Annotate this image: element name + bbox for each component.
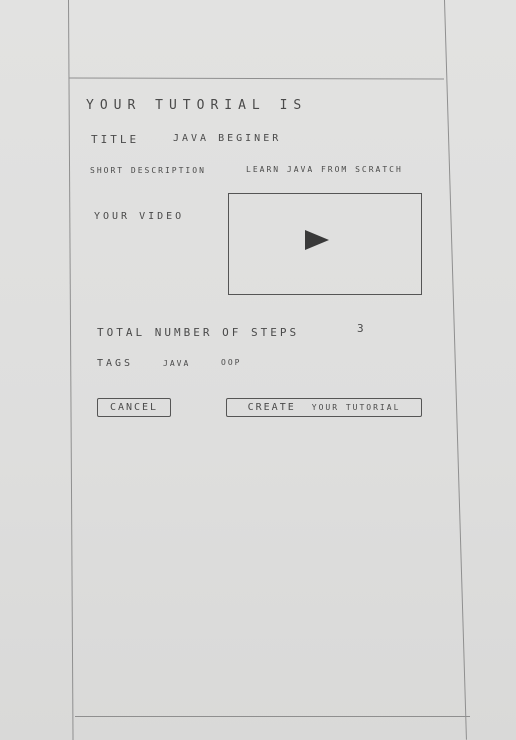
video-label: YOUR VIDEO xyxy=(94,211,185,222)
steps-value: 3 xyxy=(357,322,367,335)
title-label: TITLE xyxy=(91,133,140,146)
description-label: SHORT DESCRIPTION xyxy=(90,166,206,175)
video-player[interactable] xyxy=(228,193,422,295)
tag-item: OOP xyxy=(221,358,242,367)
steps-label: TOTAL NUMBER OF STEPS xyxy=(97,326,300,339)
tags-label: TAGS xyxy=(97,358,134,369)
create-button-label-rest: YOUR TUTORIAL xyxy=(311,402,401,412)
description-value: LEARN JAVA FROM SCRATCH xyxy=(246,165,403,174)
title-value: JAVA BEGINER xyxy=(173,133,282,144)
cancel-button[interactable]: CANCEL xyxy=(97,398,171,417)
create-button-label: CREATE xyxy=(247,401,296,413)
play-icon[interactable] xyxy=(305,230,329,250)
tag-item: JAVA xyxy=(163,359,191,368)
page-heading: YOUR TUTORIAL IS xyxy=(86,98,308,113)
footer-divider xyxy=(75,716,470,717)
create-tutorial-button[interactable]: CREATE YOUR TUTORIAL xyxy=(226,398,422,417)
